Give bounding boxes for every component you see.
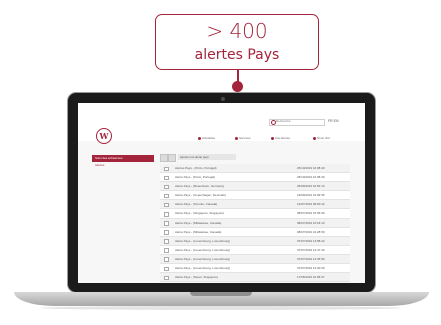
row-checkbox[interactable] (164, 266, 169, 272)
alert-name: Alerte Pays - (Luxembourg, Luxembourg) (175, 238, 231, 243)
alert-date: 08/07/2019 10:18:13 (297, 220, 325, 225)
alert-name: Alerte Pays - (Toronto, Canada) (175, 202, 218, 207)
alert-date: 25/09/2019 10:52:14 (297, 184, 325, 189)
alert-name: Alerte Pays - (Milwaukee, Canada) (175, 220, 222, 225)
row-checkbox[interactable] (164, 202, 169, 208)
row-checkbox[interactable] (164, 175, 169, 181)
alert-date: 07/07/2019 14:47:30 (297, 247, 325, 252)
alert-name: Alertes Pays - (Porto, Portugal) (175, 166, 217, 170)
alert-name: Alerte Pays - (Seoul, Singapore) (175, 275, 219, 280)
alert-name: Alerte Pays - (Rosenheim, Germany) (175, 184, 225, 189)
table-row[interactable]: Alerte Pays - (Copenhagen, Denmark) 19/09… (160, 191, 350, 201)
laptop-frame: W Recherche FR EN Actualités Services Vo… (67, 92, 376, 293)
laptop-notch (190, 292, 252, 296)
table-row[interactable]: Alerte Pays - (Porto, Portugal) 25/10/201… (160, 173, 350, 183)
row-checkbox[interactable] (164, 275, 169, 281)
language-switcher[interactable]: FR EN (328, 119, 339, 124)
alert-name: Alerte Pays - (Porto, Portugal) (175, 175, 216, 180)
alert-name: Alerte Pays - (Luxembourg, Luxembourg) (175, 266, 231, 271)
row-checkbox[interactable] (164, 211, 169, 217)
table-row[interactable]: Alerte Pays - (Seoul, Singapore) 17/06/20… (160, 273, 350, 283)
callout-dot-icon (232, 81, 243, 92)
nav-item-alertes[interactable]: Vos Alertes (271, 136, 290, 140)
alert-name: Alerte Pays - (Luxembourg, Luxembourg) (175, 256, 231, 261)
nav-item-services[interactable]: Services (235, 136, 251, 140)
alert-name: Alerte Pays - (Milwaukee, Canada) (175, 229, 222, 234)
row-checkbox[interactable] (164, 248, 169, 253)
sidebar-item-alertes[interactable]: Alertes (92, 162, 154, 169)
alert-name: Alerte Pays - (Singapore, Singapore) (175, 211, 225, 216)
table-row[interactable]: Alerte Pays - (Milwaukee, Canada) 08/07/2… (160, 218, 350, 228)
add-alert-button[interactable]: Ajouter une alerte pays (178, 154, 236, 160)
row-checkbox[interactable] (164, 193, 169, 199)
back-button[interactable] (160, 154, 168, 162)
dot-icon (271, 136, 274, 140)
table-row[interactable]: Alerte Pays - (Luxembourg, Luxembourg) 07… (160, 236, 350, 246)
dot-icon (313, 136, 316, 140)
laptop-screen: W Recherche FR EN Actualités Services Vo… (78, 103, 365, 283)
brand-logo[interactable]: W (96, 128, 112, 144)
camera-icon (221, 97, 225, 101)
table-row[interactable]: Alerte Pays - (Milwaukee, Canada) 08/07/2… (160, 227, 350, 237)
alert-date: 08/07/2019 10:28:59 (297, 229, 325, 234)
alert-name: Alerte Pays - (Copenhagen, Denmark) (175, 193, 227, 198)
alert-date: 07/07/2019 14:30:09 (297, 266, 325, 271)
delete-button[interactable] (168, 154, 176, 162)
alert-name: Alerte Pays - (Luxembourg, Luxembourg) (175, 247, 231, 252)
nav-item-actualites[interactable]: Actualités (198, 136, 215, 140)
alert-date: 12/07/2019 09:00:42 (297, 202, 325, 207)
row-checkbox[interactable] (164, 239, 169, 244)
table-row[interactable]: Alertes Pays - (Porto, Portugal) 25/10/20… (160, 164, 350, 174)
alert-date: 25/10/2019 10:08:40 (297, 175, 325, 180)
nav-item-nous-voir[interactable]: Nous Voir (313, 136, 330, 140)
row-checkbox[interactable] (164, 221, 169, 226)
table-row[interactable]: Alerte Pays - (Luxembourg, Luxembourg) 07… (160, 264, 350, 274)
app-header: W Recherche FR EN Actualités Services Vo… (78, 103, 365, 144)
alert-date: 19/09/2019 16:09:35 (297, 193, 325, 198)
alert-date: 25/10/2019 10:08:40 (297, 166, 325, 170)
laptop-shadow (40, 306, 401, 310)
alert-date: 07/07/2019 14:58:42 (297, 238, 325, 243)
alerts-table: Alertes Pays - (Porto, Portugal) 25/10/20… (160, 164, 350, 283)
table-row[interactable]: Alerte Pays - (Luxembourg, Luxembourg) 07… (160, 245, 350, 255)
callout-label: alertes Pays (194, 47, 280, 63)
alert-count-callout: > 400 alertes Pays (155, 14, 319, 70)
table-row[interactable]: Alerte Pays - (Toronto, Canada) 12/07/201… (160, 200, 350, 210)
sidebar: Suivi des échéances Alertes (92, 155, 154, 169)
table-row[interactable]: Alerte Pays - (Rosenheim, Germany) 25/09/… (160, 182, 350, 192)
dot-icon (198, 136, 201, 140)
alert-date: 08/07/2019 15:09:39 (297, 211, 325, 216)
alert-date: 17/06/2019 10:08:37 (297, 275, 325, 280)
row-checkbox[interactable] (164, 166, 169, 172)
alert-date: 07/07/2019 14:36:56 (297, 256, 325, 261)
table-row[interactable]: Alerte Pays - (Luxembourg, Luxembourg) 07… (160, 254, 350, 265)
table-row[interactable]: Alerte Pays - (Singapore, Singapore) 08/0… (160, 209, 350, 219)
row-checkbox[interactable] (164, 184, 169, 190)
callout-count: > 400 (206, 19, 268, 43)
dot-icon (235, 136, 238, 140)
search-input[interactable]: Recherche (276, 119, 320, 124)
row-checkbox[interactable] (164, 230, 169, 235)
sidebar-item-echeances[interactable]: Suivi des échéances (92, 155, 154, 162)
row-checkbox[interactable] (164, 257, 169, 263)
